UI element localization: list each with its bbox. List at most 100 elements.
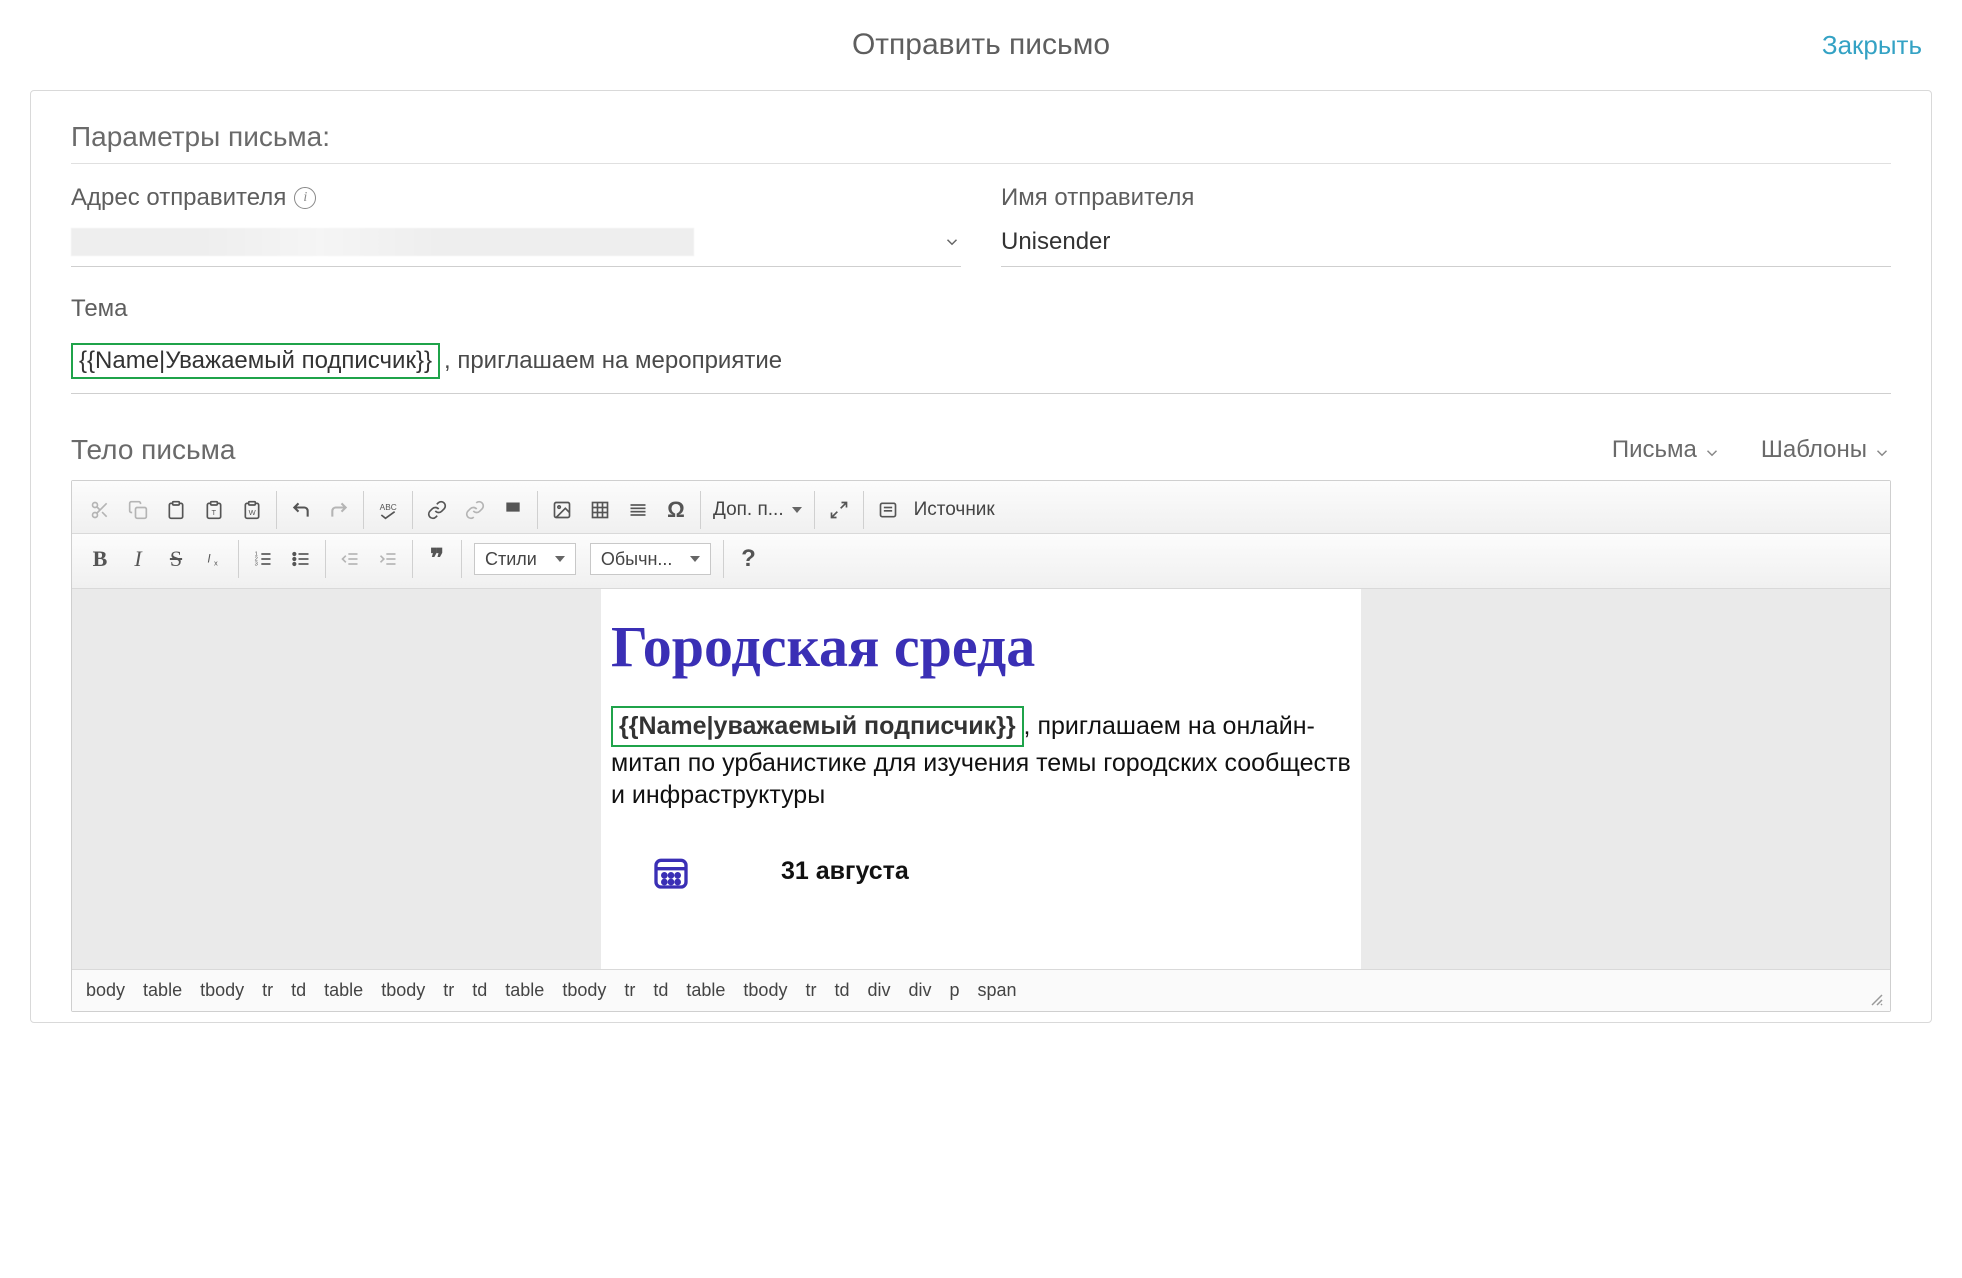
outdent-icon[interactable] [338,547,362,571]
path-segment[interactable]: div [867,980,890,1001]
path-segment[interactable]: body [86,980,125,1001]
calendar-icon [651,852,691,892]
remove-format-button[interactable]: Ix [202,547,226,571]
email-paragraph: {{Name|уважаемый подписчик}}, приглашаем… [611,706,1351,812]
path-segment[interactable]: td [472,980,487,1001]
sender-address-value-redacted [71,228,694,256]
path-segment[interactable]: table [686,980,725,1001]
dialog-title: Отправить письмо [852,28,1110,62]
bold-button[interactable]: B [88,547,112,571]
subject-label: Тема [71,295,1891,323]
sender-name-field[interactable] [1001,222,1891,267]
close-button[interactable]: Закрыть [1822,30,1922,61]
table-icon[interactable] [588,498,612,522]
path-segment[interactable]: table [324,980,363,1001]
cut-icon[interactable] [88,498,112,522]
copy-icon[interactable] [126,498,150,522]
styles-select[interactable]: Стили [474,543,576,575]
redo-icon[interactable] [327,498,351,522]
subject-rest-text: , приглашаем на мероприятие [444,347,782,375]
divider [71,163,1891,164]
svg-text:T: T [212,508,217,517]
spellcheck-icon[interactable]: ABC [376,498,400,522]
undo-icon[interactable] [289,498,313,522]
path-segment[interactable]: tr [624,980,635,1001]
rich-text-editor: T W ABC Ω [71,480,1891,1012]
params-heading: Параметры письма: [71,121,1891,153]
email-date-row: 31 августа [611,852,1351,892]
triangle-down-icon [555,556,565,562]
path-segment[interactable]: div [909,980,932,1001]
sender-name-label: Имя отправителя [1001,184,1891,212]
help-icon[interactable]: ? [736,547,760,571]
email-date: 31 августа [781,857,909,886]
unlink-icon[interactable] [463,498,487,522]
email-title: Городская среда [611,613,1351,680]
chevron-down-icon [1703,441,1721,459]
svg-text:I: I [207,552,211,565]
format-select-label: Обычн... [601,549,673,570]
styles-select-label: Стили [485,549,537,570]
paste-icon[interactable] [164,498,188,522]
image-icon[interactable] [550,498,574,522]
templates-dropdown-label: Шаблоны [1761,436,1867,464]
element-path-bar: bodytabletbodytrtdtabletbodytrtdtabletbo… [72,969,1890,1011]
path-segment[interactable]: table [143,980,182,1001]
numbered-list-icon[interactable]: 123 [251,547,275,571]
extra-dropdown-label: Доп. п... [713,499,784,521]
anchor-icon[interactable] [501,498,525,522]
svg-text:x: x [214,559,218,568]
strikethrough-button[interactable]: S [164,547,188,571]
path-segment[interactable]: tbody [200,980,244,1001]
path-segment[interactable]: td [653,980,668,1001]
bullet-list-icon[interactable] [289,547,313,571]
special-char-icon[interactable]: Ω [664,498,688,522]
chevron-down-icon [943,233,961,251]
path-segment[interactable]: tr [805,980,816,1001]
letters-dropdown-label: Письма [1612,436,1697,464]
svg-text:ABC: ABC [380,502,397,512]
blockquote-icon[interactable]: ❞ [425,547,449,571]
info-icon[interactable]: i [294,187,316,209]
format-select[interactable]: Обычн... [590,543,712,575]
italic-button[interactable]: I [126,547,150,571]
path-segment[interactable]: tbody [743,980,787,1001]
extra-dropdown[interactable]: Доп. п... [713,499,802,521]
sender-address-select[interactable] [71,222,961,267]
compose-panel: Параметры письма: Адрес отправителя i Им… [30,90,1932,1023]
source-icon[interactable] [876,498,900,522]
triangle-down-icon [792,507,802,513]
maximize-icon[interactable] [827,498,851,522]
triangle-down-icon [690,556,700,562]
email-body: Городская среда {{Name|уважаемый подписч… [601,589,1361,969]
indent-icon[interactable] [376,547,400,571]
dialog-header: Отправить письмо Закрыть [30,0,1932,90]
paste-word-icon[interactable]: W [240,498,264,522]
subject-token-highlight: {{Name|Уважаемый подписчик}} [71,343,440,379]
editor-content-area[interactable]: Городская среда {{Name|уважаемый подписч… [72,589,1890,969]
path-segment[interactable]: tbody [562,980,606,1001]
chevron-down-icon [1873,441,1891,459]
path-segment[interactable]: td [291,980,306,1001]
svg-text:W: W [249,508,257,517]
body-heading: Тело письма [71,434,235,466]
path-segment[interactable]: span [978,980,1017,1001]
email-token-highlight: {{Name|уважаемый подписчик}} [611,706,1024,747]
path-segment[interactable]: tbody [381,980,425,1001]
paste-text-icon[interactable]: T [202,498,226,522]
resize-handle-icon[interactable] [1868,991,1884,1007]
letters-dropdown[interactable]: Письма [1612,436,1721,464]
subject-input[interactable]: {{Name|Уважаемый подписчик}} , приглашае… [71,333,1891,394]
horizontal-rule-icon[interactable] [626,498,650,522]
path-segment[interactable]: tr [443,980,454,1001]
path-segment[interactable]: td [834,980,849,1001]
source-button[interactable]: Источник [914,499,995,521]
path-segment[interactable]: table [505,980,544,1001]
templates-dropdown[interactable]: Шаблоны [1761,436,1891,464]
path-segment[interactable]: p [950,980,960,1001]
svg-text:3: 3 [255,562,258,568]
editor-toolbar-row2: B I S Ix 123 ❞ Стили [72,534,1890,589]
link-icon[interactable] [425,498,449,522]
sender-name-input[interactable] [1001,228,1891,256]
path-segment[interactable]: tr [262,980,273,1001]
